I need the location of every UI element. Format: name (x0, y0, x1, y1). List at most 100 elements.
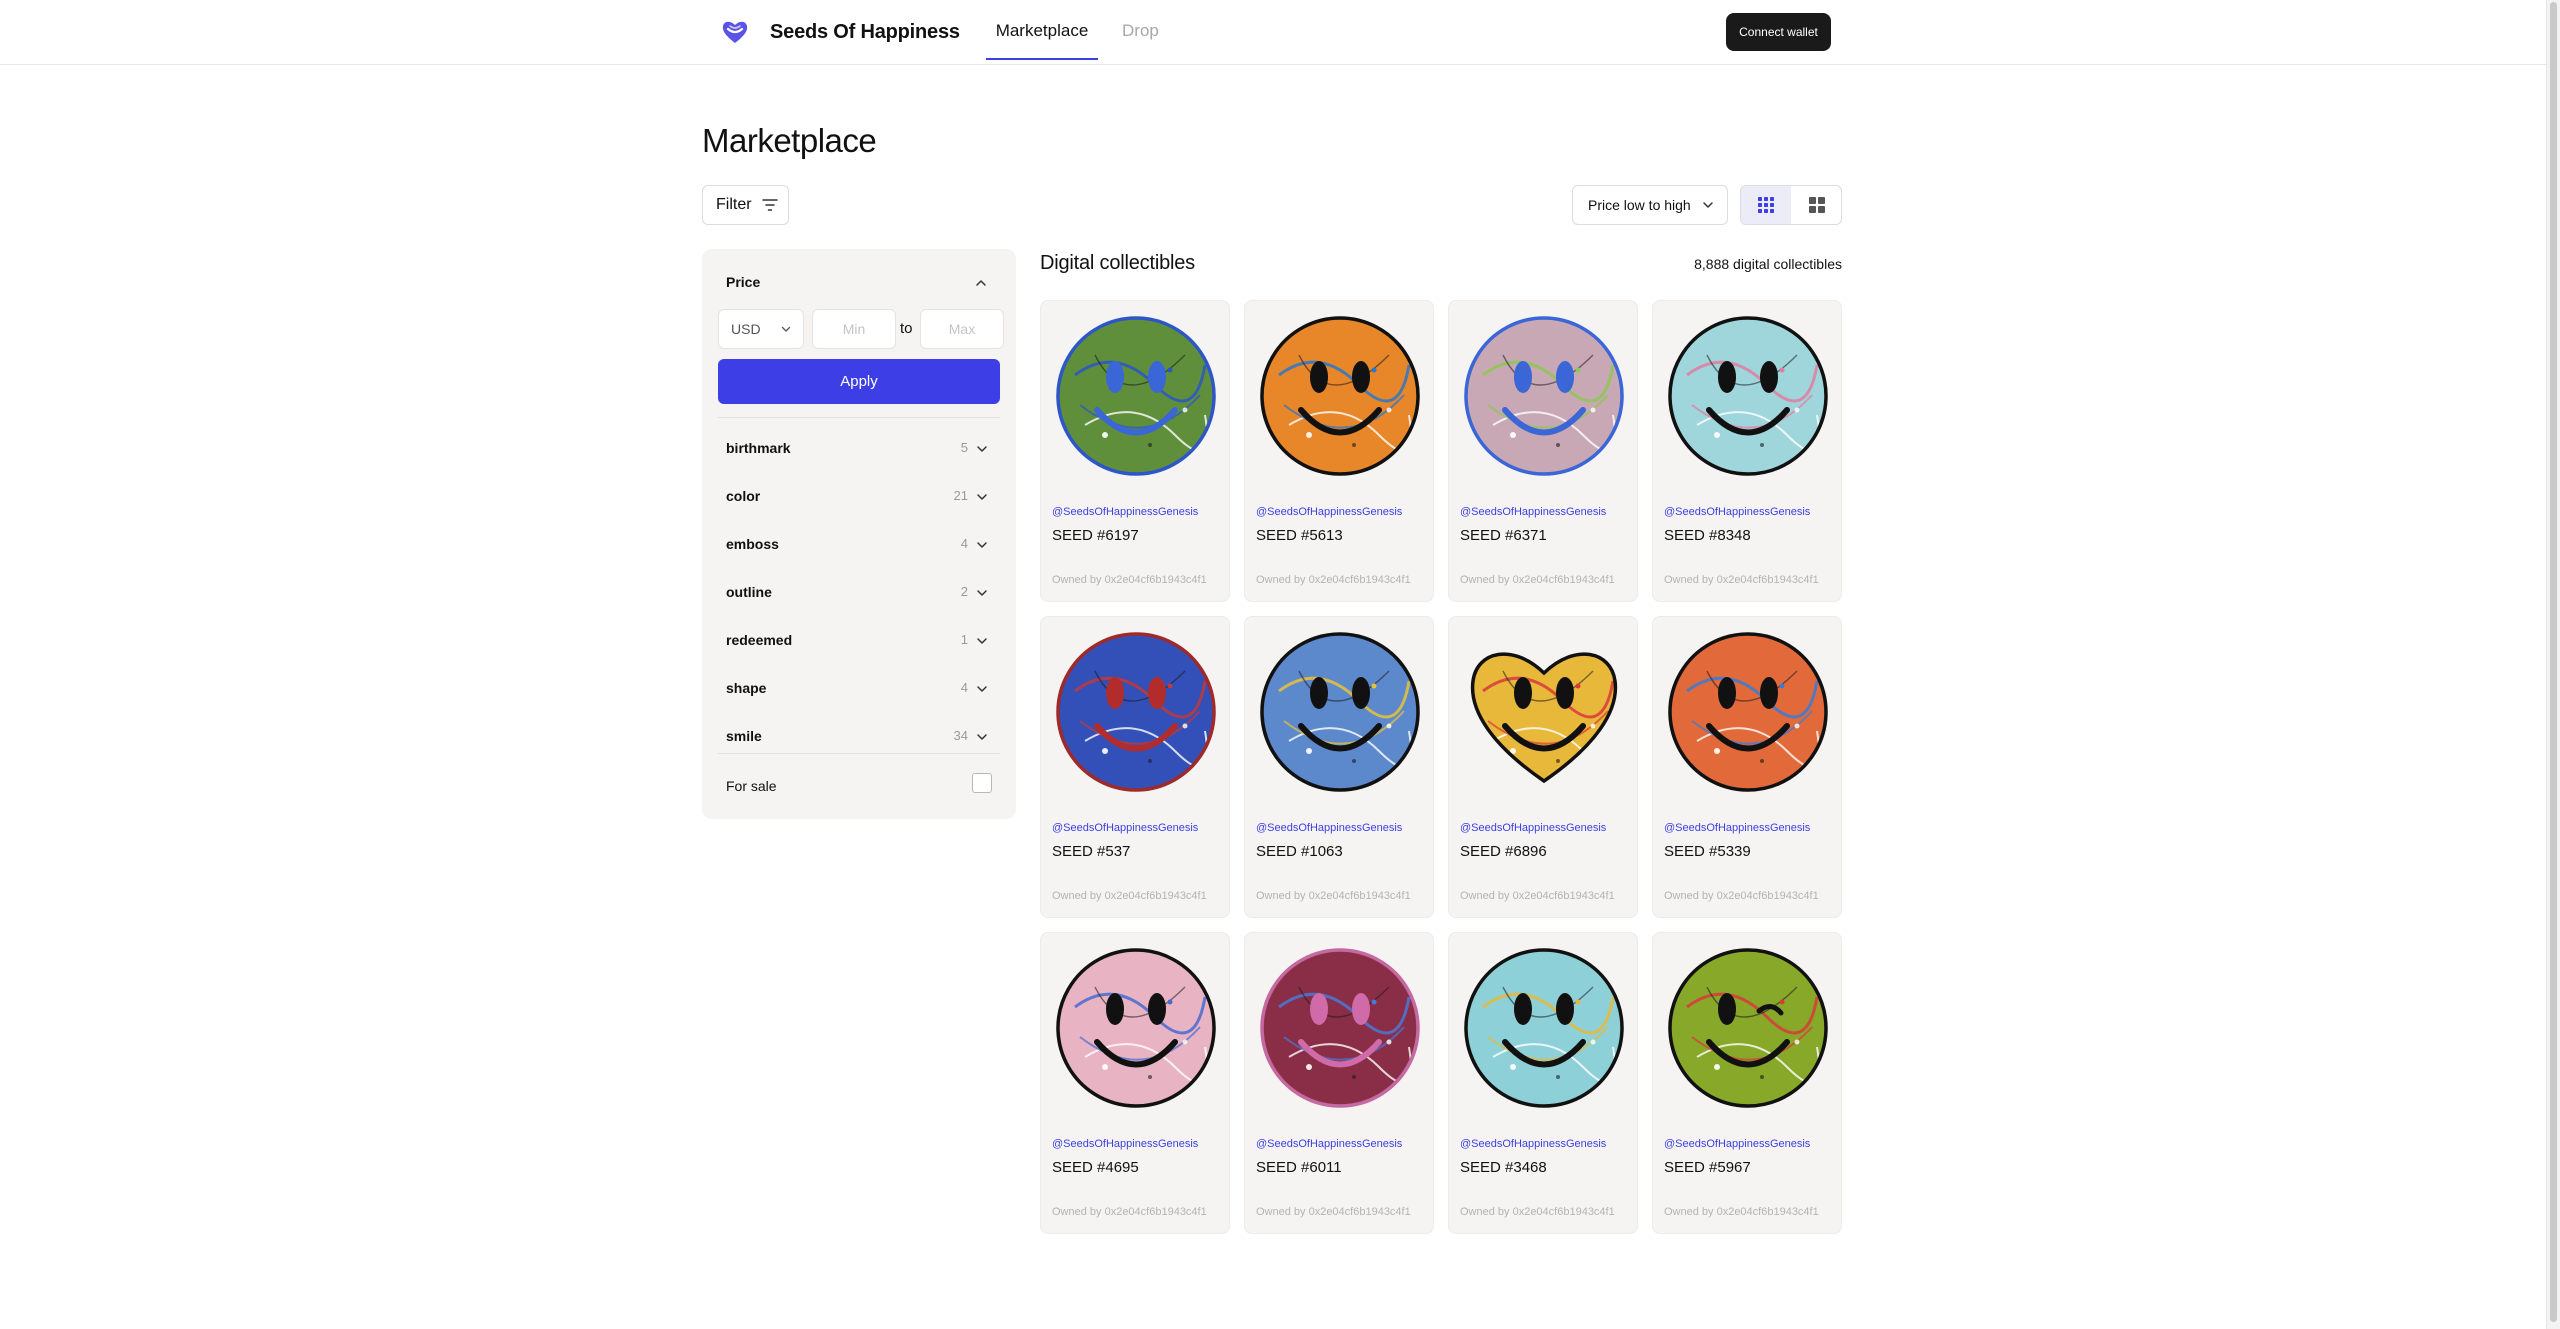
creator-link[interactable]: @SeedsOfHappinessGenesis (1664, 1137, 1810, 1151)
creator-link[interactable]: @SeedsOfHappinessGenesis (1256, 505, 1402, 519)
collectible-card[interactable]: @SeedsOfHappinessGenesis SEED #5613 Owned … (1244, 300, 1434, 602)
max-price-input[interactable] (920, 309, 1004, 349)
collectible-image[interactable] (1463, 315, 1625, 477)
page-scrollbar[interactable] (2546, 0, 2560, 1329)
collectible-image[interactable] (1463, 947, 1625, 1109)
collectible-name[interactable]: SEED #6371 (1460, 527, 1547, 545)
collectible-card[interactable]: @SeedsOfHappinessGenesis SEED #537 Owned b… (1040, 616, 1230, 918)
attribute-count: 4 (960, 680, 968, 695)
collectible-name[interactable]: SEED #5967 (1664, 1159, 1751, 1177)
apply-price-button[interactable]: Apply (718, 359, 1000, 404)
creator-link[interactable]: @SeedsOfHappinessGenesis (1460, 1137, 1606, 1151)
collectible-card[interactable]: @SeedsOfHappinessGenesis SEED #6011 Owned … (1244, 932, 1434, 1234)
creator-link[interactable]: @SeedsOfHappinessGenesis (1460, 821, 1606, 835)
owner-label: Owned by 0x2e04cf6b1943c4f1 (1664, 574, 1819, 586)
collectible-image[interactable] (1667, 631, 1829, 793)
creator-link[interactable]: @SeedsOfHappinessGenesis (1052, 505, 1198, 519)
filter-sidebar: Price USD to Apply birthmark5 color 21 embo… (702, 249, 1016, 819)
collectible-card[interactable]: @SeedsOfHappinessGenesis SEED #5967 Owned … (1652, 932, 1842, 1234)
collectible-name[interactable]: SEED #8348 (1664, 527, 1751, 545)
for-sale-checkbox[interactable] (972, 773, 992, 793)
collection-title: Digital collectibles (1040, 252, 1195, 274)
collectible-card[interactable]: @SeedsOfHappinessGenesis SEED #5339 Owned … (1652, 616, 1842, 918)
attribute-name: redeemed (726, 632, 793, 648)
min-price-input[interactable] (812, 309, 896, 349)
sort-label: Price low to high (1588, 197, 1691, 213)
currency-select[interactable]: USD (718, 309, 804, 349)
for-sale-label: For sale (726, 778, 777, 794)
collectible-name[interactable]: SEED #1063 (1256, 843, 1343, 861)
creator-link[interactable]: @SeedsOfHappinessGenesis (1256, 1137, 1402, 1151)
collectible-card[interactable]: @SeedsOfHappinessGenesis SEED #3468 Owned … (1448, 932, 1638, 1234)
attribute-name: outline (726, 584, 772, 600)
currency-value: USD (731, 321, 761, 337)
attribute-filter-color[interactable]: color 21 (702, 472, 1016, 520)
price-section-label[interactable]: Price (726, 273, 760, 291)
collectible-card[interactable]: @SeedsOfHappinessGenesis SEED #6371 Owned … (1448, 300, 1638, 602)
collectible-image[interactable] (1667, 947, 1829, 1109)
collectible-name[interactable]: SEED #6197 (1052, 527, 1139, 545)
attribute-name: shape (726, 680, 767, 696)
collectible-image[interactable] (1055, 947, 1217, 1109)
divider (718, 753, 1000, 754)
attribute-filter-birthmark[interactable]: birthmark 5 (702, 424, 1016, 472)
nav-tab-drop[interactable]: Drop (1122, 19, 1159, 43)
attribute-count: 4 (960, 536, 968, 551)
collectible-image[interactable] (1259, 631, 1421, 793)
filter-button[interactable]: Filter (702, 185, 789, 225)
large-grid-icon (1809, 197, 1825, 213)
creator-link[interactable]: @SeedsOfHappinessGenesis (1664, 821, 1810, 835)
small-grid-view-button[interactable] (1741, 186, 1791, 224)
collectible-card[interactable]: @SeedsOfHappinessGenesis SEED #1063 Owned … (1244, 616, 1434, 918)
scrollbar-thumb[interactable] (2550, 2, 2557, 1322)
collectible-card[interactable]: @SeedsOfHappinessGenesis SEED #6896 Owned … (1448, 616, 1638, 918)
collectible-name[interactable]: SEED #4695 (1052, 1159, 1139, 1177)
attribute-filter-redeemed[interactable]: redeemed 1 (702, 616, 1016, 664)
creator-link[interactable]: @SeedsOfHappinessGenesis (1052, 1137, 1198, 1151)
nav-tab-marketplace[interactable]: Marketplace (986, 19, 1098, 43)
heart-logo-icon[interactable] (720, 17, 750, 47)
price-range-to-label: to (900, 320, 913, 337)
attribute-name: color (726, 488, 761, 504)
collectible-image[interactable] (1259, 315, 1421, 477)
collectible-card[interactable]: @SeedsOfHappinessGenesis SEED #8348 Owned … (1652, 300, 1842, 602)
collectible-name[interactable]: SEED #6011 (1256, 1159, 1342, 1177)
collectible-card[interactable]: @SeedsOfHappinessGenesis SEED #4695 Owned … (1040, 932, 1230, 1234)
large-grid-view-button[interactable] (1792, 186, 1841, 224)
chevron-down-icon (977, 734, 987, 740)
sort-dropdown[interactable]: Price low to high (1572, 185, 1728, 225)
owner-label: Owned by 0x2e04cf6b1943c4f1 (1460, 574, 1615, 586)
brand-name[interactable]: Seeds Of Happiness (770, 18, 960, 46)
page-title: Marketplace (702, 122, 877, 159)
creator-link[interactable]: @SeedsOfHappinessGenesis (1664, 505, 1810, 519)
attribute-count: 34 (953, 728, 968, 743)
attribute-filter-outline[interactable]: outline 2 (702, 568, 1016, 616)
creator-link[interactable]: @SeedsOfHappinessGenesis (1052, 821, 1198, 835)
filter-lines-icon (762, 199, 778, 211)
attribute-name: emboss (726, 536, 779, 552)
collectible-image[interactable] (1667, 315, 1829, 477)
attribute-filter-shape[interactable]: shape 4 (702, 664, 1016, 712)
creator-link[interactable]: @SeedsOfHappinessGenesis (1460, 505, 1606, 519)
collectible-name[interactable]: SEED #3468 (1460, 1159, 1547, 1177)
attribute-count: 21 (953, 488, 968, 503)
owner-label: Owned by 0x2e04cf6b1943c4f1 (1664, 890, 1819, 902)
collectible-image[interactable] (1463, 631, 1625, 793)
collectible-image[interactable] (1259, 947, 1421, 1109)
attribute-name: birthmark (726, 440, 791, 456)
collectible-name[interactable]: SEED #537 (1052, 843, 1130, 861)
connect-wallet-button[interactable]: Connect wallet (1726, 13, 1831, 51)
collectible-card[interactable]: @SeedsOfHappinessGenesis SEED #6197 Owned … (1040, 300, 1230, 602)
chevron-down-icon (977, 494, 987, 500)
attribute-count: 1 (960, 632, 968, 647)
collectible-image[interactable] (1055, 315, 1217, 477)
creator-link[interactable]: @SeedsOfHappinessGenesis (1256, 821, 1402, 835)
collectible-image[interactable] (1055, 631, 1217, 793)
chevron-down-icon (781, 326, 791, 332)
collectible-name[interactable]: SEED #6896 (1460, 843, 1547, 861)
collectible-name[interactable]: SEED #5613 (1256, 527, 1343, 545)
collectible-name[interactable]: SEED #5339 (1664, 843, 1751, 861)
owner-label: Owned by 0x2e04cf6b1943c4f1 (1256, 1206, 1411, 1218)
chevron-up-icon[interactable] (975, 277, 987, 289)
attribute-filter-emboss[interactable]: emboss 4 (702, 520, 1016, 568)
